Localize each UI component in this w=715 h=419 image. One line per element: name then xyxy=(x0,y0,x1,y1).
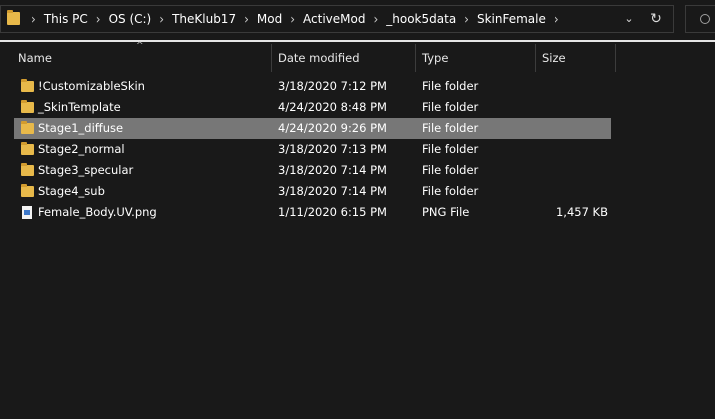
column-divider[interactable] xyxy=(535,44,536,72)
file-name: _SkinTemplate xyxy=(38,100,121,114)
chevron-right-icon[interactable]: › xyxy=(96,11,101,26)
file-size xyxy=(536,181,608,202)
column-divider[interactable] xyxy=(615,44,616,72)
file-type: File folder xyxy=(422,163,479,177)
file-type: PNG File xyxy=(422,205,470,219)
folder-icon xyxy=(7,10,20,25)
column-header-size[interactable]: Size xyxy=(542,44,566,72)
address-bar[interactable]: › This PC › OS (C:) › TheKlub17 › Mod › … xyxy=(0,5,674,33)
breadcrumb-theklub17[interactable]: TheKlub17 xyxy=(172,12,236,26)
list-item[interactable]: !CustomizableSkin 3/18/2020 7:12 PM File… xyxy=(14,76,611,97)
png-file-icon xyxy=(22,206,32,219)
file-name: Stage2_normal xyxy=(38,142,125,156)
file-size: 1,457 KB xyxy=(555,205,608,219)
file-date: 4/24/2020 9:26 PM xyxy=(278,121,387,135)
file-explorer-window: › This PC › OS (C:) › TheKlub17 › Mod › … xyxy=(0,0,715,419)
file-name: Stage1_diffuse xyxy=(38,121,124,135)
folder-icon xyxy=(21,142,34,155)
file-type: File folder xyxy=(422,184,479,198)
column-header-row: ^ Name Date modified Type Size xyxy=(0,41,715,72)
file-date: 3/18/2020 7:14 PM xyxy=(278,163,387,177)
file-name: !CustomizableSkin xyxy=(38,79,145,93)
chevron-right-icon[interactable]: › xyxy=(244,11,249,26)
folder-icon xyxy=(21,163,34,176)
file-type: File folder xyxy=(422,142,479,156)
folder-icon xyxy=(21,121,34,134)
list-item[interactable]: Female_Body.UV.png 1/11/2020 6:15 PM PNG… xyxy=(14,202,611,223)
list-item[interactable]: _SkinTemplate 4/24/2020 8:48 PM File fol… xyxy=(14,97,611,118)
breadcrumb-hook5data[interactable]: _hook5data xyxy=(386,12,456,26)
chevron-right-icon[interactable]: › xyxy=(373,11,378,26)
folder-icon xyxy=(21,184,34,197)
file-date: 3/18/2020 7:14 PM xyxy=(278,184,387,198)
column-header-name[interactable]: Name xyxy=(18,44,52,72)
search-icon xyxy=(700,14,710,24)
file-type: File folder xyxy=(422,121,479,135)
file-size xyxy=(536,139,608,160)
chevron-right-icon[interactable]: › xyxy=(290,11,295,26)
column-divider[interactable] xyxy=(415,44,416,72)
chevron-right-icon[interactable]: › xyxy=(31,11,36,26)
file-name: Stage3_specular xyxy=(38,163,134,177)
file-size xyxy=(536,76,608,97)
breadcrumb-os-c[interactable]: OS (C:) xyxy=(109,12,152,26)
list-item[interactable]: Stage2_normal 3/18/2020 7:13 PM File fol… xyxy=(14,139,611,160)
breadcrumb: › This PC › OS (C:) › TheKlub17 › Mod › … xyxy=(23,6,567,32)
chevron-right-icon[interactable]: › xyxy=(554,11,559,26)
column-header-type[interactable]: Type xyxy=(422,44,448,72)
column-divider[interactable] xyxy=(271,44,272,72)
list-item[interactable]: Stage3_specular 3/18/2020 7:14 PM File f… xyxy=(14,160,611,181)
breadcrumb-skinfemale[interactable]: SkinFemale xyxy=(477,12,546,26)
folder-icon xyxy=(21,100,34,113)
file-name: Stage4_sub xyxy=(38,184,105,198)
file-name: Female_Body.UV.png xyxy=(38,205,157,219)
file-type: File folder xyxy=(422,100,479,114)
file-date: 1/11/2020 6:15 PM xyxy=(278,205,387,219)
chevron-right-icon[interactable]: › xyxy=(464,11,469,26)
list-item[interactable]: Stage4_sub 3/18/2020 7:14 PM File folder xyxy=(14,181,611,202)
file-date: 3/18/2020 7:12 PM xyxy=(278,79,387,93)
file-type: File folder xyxy=(422,79,479,93)
chevron-right-icon[interactable]: › xyxy=(159,11,164,26)
breadcrumb-this-pc[interactable]: This PC xyxy=(44,12,88,26)
file-date: 4/24/2020 8:48 PM xyxy=(278,100,387,114)
chevron-down-icon[interactable]: ⌄ xyxy=(619,10,639,28)
breadcrumb-activemod[interactable]: ActiveMod xyxy=(303,12,365,26)
sort-up-icon: ^ xyxy=(136,41,144,51)
breadcrumb-mod[interactable]: Mod xyxy=(257,12,282,26)
file-size xyxy=(536,97,608,118)
list-item-selected[interactable]: Stage1_diffuse 4/24/2020 9:26 PM File fo… xyxy=(14,118,611,139)
address-row: › This PC › OS (C:) › TheKlub17 › Mod › … xyxy=(0,0,715,40)
folder-icon xyxy=(21,79,34,92)
file-size xyxy=(536,160,608,181)
file-size xyxy=(536,118,608,139)
file-date: 3/18/2020 7:13 PM xyxy=(278,142,387,156)
address-divider xyxy=(0,40,715,42)
search-input[interactable] xyxy=(685,5,715,33)
column-header-date[interactable]: Date modified xyxy=(278,44,360,72)
refresh-icon[interactable]: ↻ xyxy=(646,9,666,29)
